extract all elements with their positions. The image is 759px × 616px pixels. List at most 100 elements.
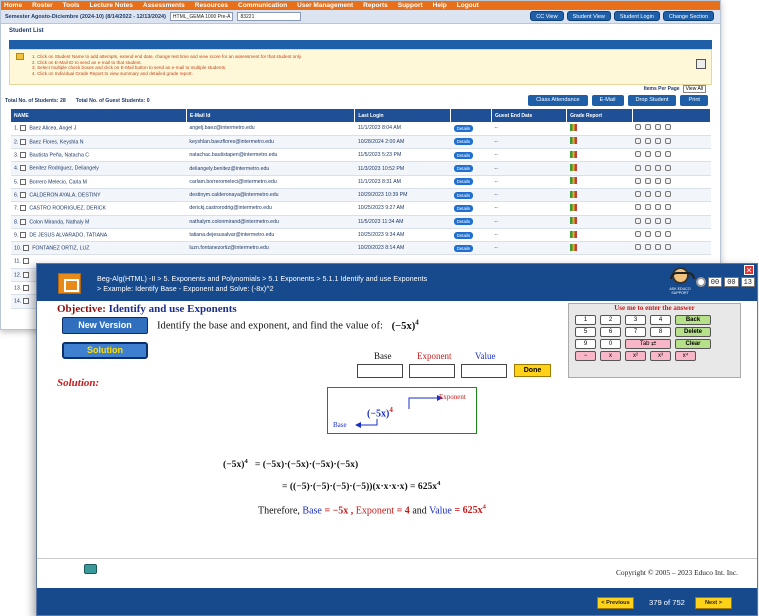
search-icon[interactable] bbox=[635, 191, 642, 198]
user-icon[interactable] bbox=[665, 137, 672, 144]
email-cell[interactable]: derickj.castrorodrig@intermetro.edu bbox=[186, 201, 355, 216]
edit-icon[interactable] bbox=[645, 191, 652, 198]
row-checkbox[interactable] bbox=[23, 285, 30, 292]
document-icon[interactable] bbox=[655, 217, 662, 224]
student-name-link[interactable]: FONTANEZ ORTIZ, LUZ bbox=[32, 246, 89, 252]
nav-item-2[interactable]: Tools bbox=[63, 1, 80, 10]
details-button[interactable]: Details bbox=[453, 204, 474, 212]
solution-button[interactable]: Solution bbox=[62, 342, 148, 359]
nav-item-7[interactable]: User Management bbox=[297, 1, 353, 10]
student-name-link[interactable]: Baez Alicea, Angel J bbox=[29, 126, 76, 132]
row-checkbox[interactable] bbox=[22, 258, 29, 265]
view-button-3[interactable]: Change Section bbox=[662, 11, 714, 21]
email-cell[interactable]: destinym.calderonaya@intermetro.edu bbox=[186, 188, 355, 203]
edit-icon[interactable] bbox=[645, 164, 652, 171]
course-select[interactable]: HTML_GEMA 1000 Pre-Á bbox=[169, 12, 234, 21]
student-name-link[interactable]: Colon Miranda, Nathaly M bbox=[29, 219, 89, 225]
keypad-key[interactable]: 6 bbox=[600, 327, 621, 337]
email-cell[interactable]: deliangely.benitez@intermetro.edu bbox=[186, 161, 355, 176]
close-button[interactable]: ✕ bbox=[744, 265, 754, 275]
document-icon[interactable] bbox=[655, 124, 662, 131]
next-button[interactable]: Next > bbox=[695, 597, 732, 609]
previous-button[interactable]: < Previous bbox=[597, 597, 634, 609]
document-icon[interactable] bbox=[655, 164, 662, 171]
keypad-key[interactable]: x³ bbox=[650, 351, 671, 361]
search-icon[interactable] bbox=[635, 244, 642, 251]
print-icon[interactable] bbox=[696, 59, 706, 69]
search-icon[interactable] bbox=[635, 231, 642, 238]
student-name-link[interactable]: Baez Flores, Keyshla N bbox=[29, 139, 83, 145]
nav-item-6[interactable]: Communication bbox=[238, 1, 287, 10]
keypad-key[interactable]: 5 bbox=[575, 327, 596, 337]
keypad-key[interactable]: 2 bbox=[600, 315, 621, 325]
edit-icon[interactable] bbox=[645, 217, 652, 224]
keypad-key[interactable]: 3 bbox=[625, 315, 646, 325]
grade-report-icon[interactable] bbox=[569, 243, 577, 251]
section-select[interactable]: 83221 bbox=[237, 12, 302, 21]
value-input[interactable] bbox=[461, 364, 507, 378]
nav-item-8[interactable]: Reports bbox=[363, 1, 388, 10]
row-checkbox[interactable] bbox=[20, 205, 27, 212]
nav-item-0[interactable]: Home bbox=[4, 1, 22, 10]
nav-item-11[interactable]: Logout bbox=[457, 1, 479, 10]
keypad-key[interactable]: x⁴ bbox=[675, 351, 696, 361]
user-icon[interactable] bbox=[665, 124, 672, 131]
nav-item-1[interactable]: Roster bbox=[32, 1, 53, 10]
email-cell[interactable]: keyshlan.baezflores@intermetro.edu bbox=[186, 135, 355, 150]
email-cell[interactable]: nathalym.colonmirand@intermetro.edu bbox=[186, 215, 355, 229]
grade-report-icon[interactable] bbox=[569, 164, 577, 172]
search-icon[interactable] bbox=[635, 137, 642, 144]
document-icon[interactable] bbox=[655, 151, 662, 158]
grade-report-icon[interactable] bbox=[569, 177, 577, 185]
edit-icon[interactable] bbox=[645, 204, 652, 211]
details-button[interactable]: Details bbox=[453, 178, 474, 186]
email-cell[interactable]: natachac.bautistapen@intermetro.edu bbox=[186, 148, 355, 163]
action-button-1[interactable]: E-Mail bbox=[591, 95, 624, 106]
user-icon[interactable] bbox=[665, 164, 672, 171]
row-checkbox[interactable] bbox=[20, 178, 27, 185]
keypad-key[interactable]: Back bbox=[675, 315, 711, 325]
search-icon[interactable] bbox=[635, 217, 642, 224]
support-button[interactable]: ASK EDUCO SUPPORT bbox=[662, 267, 698, 298]
grade-report-icon[interactable] bbox=[569, 190, 577, 198]
student-name-link[interactable]: Borrero Melecio, Carla M bbox=[29, 179, 87, 185]
nav-item-4[interactable]: Assessments bbox=[143, 1, 185, 10]
edit-icon[interactable] bbox=[645, 151, 652, 158]
grade-report-icon[interactable] bbox=[569, 150, 577, 158]
row-checkbox[interactable] bbox=[20, 191, 27, 198]
keypad-key[interactable]: x² bbox=[625, 351, 646, 361]
email-cell[interactable]: carlam.borreromeleci@intermetro.edu bbox=[186, 175, 355, 189]
user-icon[interactable] bbox=[665, 231, 672, 238]
keypad-key[interactable]: 4 bbox=[650, 315, 671, 325]
edit-icon[interactable] bbox=[645, 137, 652, 144]
student-name-link[interactable]: CALDERON AYALA, DESTINY bbox=[29, 192, 100, 198]
user-icon[interactable] bbox=[665, 244, 672, 251]
row-checkbox[interactable] bbox=[20, 152, 27, 159]
details-button[interactable]: Details bbox=[453, 191, 474, 199]
search-icon[interactable] bbox=[635, 204, 642, 211]
keypad-key[interactable]: Tab ⇄ bbox=[625, 339, 671, 349]
search-icon[interactable] bbox=[635, 151, 642, 158]
details-button[interactable]: Details bbox=[453, 218, 474, 226]
view-button-1[interactable]: Student View bbox=[566, 11, 611, 21]
user-icon[interactable] bbox=[665, 177, 672, 184]
document-icon[interactable] bbox=[655, 191, 662, 198]
details-button[interactable]: Details bbox=[453, 165, 474, 173]
user-icon[interactable] bbox=[665, 217, 672, 224]
row-checkbox[interactable] bbox=[20, 138, 27, 145]
details-button[interactable]: Details bbox=[453, 138, 474, 146]
grade-report-icon[interactable] bbox=[569, 203, 577, 211]
student-name-link[interactable]: Benitez Rodriguez, Deliangely bbox=[29, 166, 99, 172]
document-icon[interactable] bbox=[655, 231, 662, 238]
new-version-button[interactable]: New Version bbox=[62, 317, 148, 334]
email-cell[interactable]: luzn.fontanezortiz@intermetro.edu bbox=[186, 241, 355, 256]
email-cell[interactable]: tatiana.dejesusalvar@intermetro.edu bbox=[186, 228, 355, 243]
grade-report-icon[interactable] bbox=[569, 230, 577, 238]
document-icon[interactable] bbox=[655, 244, 662, 251]
keypad-key[interactable]: 0 bbox=[600, 339, 621, 349]
details-button[interactable]: Details bbox=[453, 124, 474, 132]
document-icon[interactable] bbox=[655, 177, 662, 184]
grade-report-icon[interactable] bbox=[569, 137, 577, 145]
row-checkbox[interactable] bbox=[20, 218, 27, 225]
view-button-0[interactable]: CC View bbox=[530, 11, 564, 21]
